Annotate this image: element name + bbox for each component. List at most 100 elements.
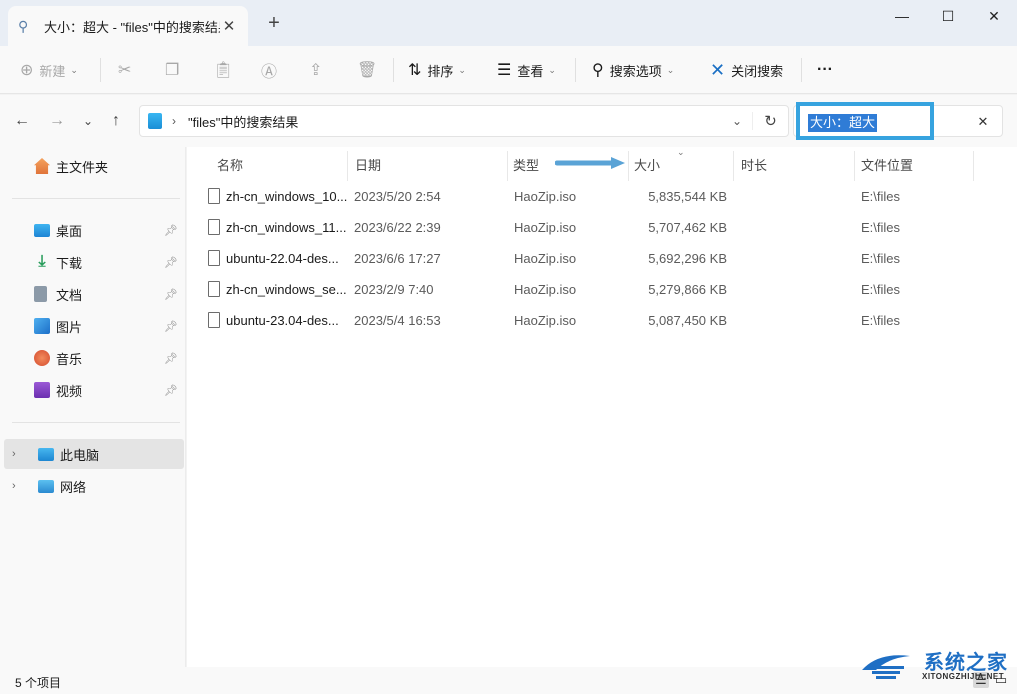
toolbar-divider [393, 58, 394, 82]
file-icon [208, 250, 220, 266]
recent-locations-button[interactable]: ⌄ [76, 109, 100, 133]
new-label: 新建 [39, 63, 66, 79]
sidebar-item-label: 视频 [56, 383, 83, 399]
up-button[interactable]: ↑ [104, 109, 128, 133]
tab-search-results[interactable]: ⚲ 大小：超大 - "files"中的搜索结果 ✕ [8, 6, 248, 46]
view-label: 查看 [517, 63, 544, 79]
back-button[interactable]: ← [10, 109, 34, 133]
pin-icon[interactable]: 📌︎ [164, 256, 178, 269]
maximize-button[interactable]: ☐ [925, 0, 971, 32]
file-date: 2023/6/22 2:39 [354, 220, 441, 235]
file-name: zh-cn_windows_se... [226, 282, 347, 297]
column-header-date[interactable]: 日期 [349, 155, 381, 177]
file-size: 5,692,296 KB [648, 251, 727, 266]
file-location: E:\files [861, 220, 901, 235]
pin-icon[interactable]: 📌︎ [164, 352, 178, 365]
sidebar-item-music[interactable]: 音乐 📌︎ [4, 343, 184, 373]
pin-icon[interactable]: 📌︎ [164, 288, 178, 301]
address-bar[interactable]: › "files"中的搜索结果 ⌄ ↻ [139, 105, 789, 137]
rename-button[interactable]: Ⓐ [261, 46, 283, 94]
sidebar-item-label: 桌面 [56, 223, 83, 239]
file-location: E:\files [861, 282, 901, 297]
column-header-type[interactable]: 类型 [507, 155, 539, 177]
file-name: ubuntu-22.04-des... [226, 251, 339, 266]
sort-descending-icon: ⌄ [677, 147, 685, 157]
pictures-icon [34, 318, 50, 334]
column-divider[interactable] [973, 151, 974, 181]
sort-label: 排序 [427, 63, 454, 79]
file-size: 5,707,462 KB [648, 220, 727, 235]
file-size: 5,835,544 KB [648, 189, 727, 204]
toolbar-divider [801, 58, 802, 82]
share-button[interactable]: ⇪ [309, 46, 328, 94]
column-divider[interactable] [347, 151, 348, 181]
table-row[interactable]: ubuntu-22.04-des... 2023/6/6 17:27 HaoZi… [203, 244, 993, 275]
pin-icon[interactable]: 📌︎ [164, 384, 178, 397]
network-icon [38, 479, 54, 493]
watermark-logo-icon [862, 655, 910, 679]
navigation-pane: 主文件夹 桌面 📌︎ ⤓ 下载 📌︎ 文档 📌︎ 图片 📌︎ 音乐 📌︎ 视频 … [0, 147, 186, 667]
address-dropdown-button[interactable]: ⌄ [722, 114, 752, 128]
column-divider[interactable] [733, 151, 734, 181]
file-list: 名称 日期 类型 ⌄ 大小 时长 文件位置 zh-cn_windows_10..… [187, 147, 1017, 667]
column-header-size[interactable]: 大小 [628, 155, 660, 177]
documents-icon [34, 286, 47, 302]
chevron-right-icon[interactable]: › [12, 448, 26, 460]
pin-icon[interactable]: 📌︎ [164, 224, 178, 237]
paste-button[interactable]: 📋︎ [213, 46, 239, 94]
table-row[interactable]: ubuntu-23.04-des... 2023/5/4 16:53 HaoZi… [203, 306, 993, 337]
new-tab-button[interactable]: + [262, 12, 286, 36]
sidebar-item-documents[interactable]: 文档 📌︎ [4, 279, 184, 309]
sidebar-item-pictures[interactable]: 图片 📌︎ [4, 311, 184, 341]
sidebar-item-network[interactable]: › 网络 [4, 471, 184, 501]
cut-button[interactable]: ✂ [118, 46, 137, 94]
new-button[interactable]: ⊕ 新建 ⌄ [20, 46, 78, 94]
sidebar-item-desktop[interactable]: 桌面 📌︎ [4, 215, 184, 245]
file-size: 5,279,866 KB [648, 282, 727, 297]
table-row[interactable]: zh-cn_windows_se... 2023/2/9 7:40 HaoZip… [203, 275, 993, 306]
close-button[interactable]: ✕ [971, 0, 1017, 32]
view-button[interactable]: ☰ 查看 ⌄ [497, 46, 556, 94]
sidebar-item-label: 主文件夹 [56, 159, 109, 175]
sidebar-divider [12, 422, 180, 423]
clear-search-button[interactable]: ✕ [973, 112, 993, 132]
delete-button[interactable]: 🗑︎ [357, 46, 383, 94]
tab-title: 大小：超大 - "files"中的搜索结果 [44, 19, 220, 35]
sidebar-item-this-pc[interactable]: › 此电脑 [4, 439, 184, 469]
tab-close-button[interactable]: ✕ [220, 17, 238, 35]
copy-button[interactable]: ❐ [165, 46, 185, 94]
column-header-location[interactable]: 文件位置 [855, 155, 913, 177]
sort-button[interactable]: ⇅ 排序 ⌄ [408, 46, 466, 94]
scissors-icon: ✂ [118, 62, 132, 79]
sidebar-item-downloads[interactable]: ⤓ 下载 📌︎ [4, 247, 184, 277]
videos-icon [34, 382, 50, 398]
list-view-icon: ☰ [497, 62, 512, 79]
file-type: HaoZip.iso [514, 313, 577, 328]
share-icon: ⇪ [309, 62, 323, 79]
file-location: E:\files [861, 313, 901, 328]
address-path: "files"中的搜索结果 [188, 114, 299, 130]
close-search-button[interactable]: ✕ 关闭搜索 [710, 46, 783, 94]
search-results-folder-icon [148, 113, 162, 129]
more-options-button[interactable]: ··· [817, 46, 833, 94]
table-row[interactable]: zh-cn_windows_11... 2023/6/22 2:39 HaoZi… [203, 213, 993, 244]
file-name: zh-cn_windows_10... [226, 189, 348, 204]
refresh-button[interactable]: ↻ [752, 112, 788, 130]
column-header-length[interactable]: 时长 [735, 155, 767, 177]
file-type: HaoZip.iso [514, 282, 577, 297]
sidebar-item-home[interactable]: 主文件夹 [4, 151, 184, 181]
chevron-down-icon: ⌄ [458, 64, 466, 75]
pin-icon[interactable]: 📌︎ [164, 320, 178, 333]
table-row[interactable]: zh-cn_windows_10... 2023/5/20 2:54 HaoZi… [203, 182, 993, 213]
search-query[interactable]: 大小：超大 [808, 114, 878, 132]
minimize-button[interactable]: — [879, 0, 925, 32]
column-header-name[interactable]: 名称 [211, 155, 243, 177]
sidebar-item-videos[interactable]: 视频 📌︎ [4, 375, 184, 405]
copy-icon: ❐ [165, 62, 180, 79]
forward-button[interactable]: → [45, 109, 69, 133]
close-search-icon: ✕ [710, 59, 726, 80]
chevron-right-icon[interactable]: › [12, 480, 26, 492]
plus-circle-icon: ⊕ [20, 62, 34, 79]
search-options-button[interactable]: ⚲ 搜索选项 ⌄ [592, 46, 674, 94]
file-date: 2023/5/20 2:54 [354, 189, 441, 204]
